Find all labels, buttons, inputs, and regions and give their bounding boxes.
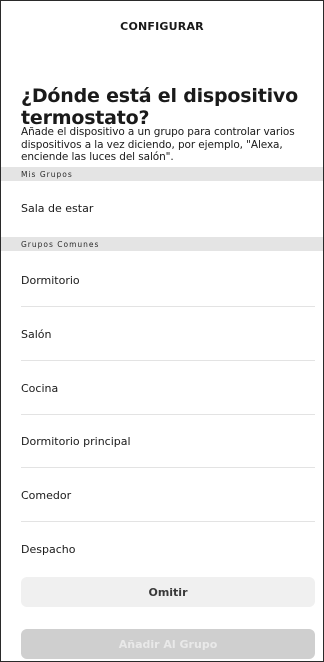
group-description: Añade el dispositivo a un grupo para con… [21,126,295,163]
section-header-common-groups: Grupos Comunes [1,237,323,251]
add-to-group-button[interactable]: Añadir Al Grupo [21,629,315,659]
group-item-dormitorio-principal[interactable]: Dormitorio principal [21,415,315,468]
group-item-label: Sala de estar [21,201,94,215]
page-title: CONFIGURAR [120,19,204,33]
section-label-my-groups: Mis Grupos [21,169,73,179]
group-item-label: Salón [21,327,52,341]
group-item-label: Cocina [21,381,59,395]
section-header-my-groups: Mis Grupos [1,167,323,181]
group-item-salon[interactable]: Salón [21,308,315,361]
group-item-cocina[interactable]: Cocina [21,362,315,415]
section-label-common-groups: Grupos Comunes [21,239,100,249]
skip-button[interactable]: Omitir [21,577,315,607]
group-item-label: Comedor [21,488,72,502]
group-item-comedor[interactable]: Comedor [21,469,315,522]
group-item-label: Dormitorio [21,273,80,287]
group-item-label: Despacho [21,542,76,556]
group-item-despacho[interactable]: Despacho [21,523,315,575]
group-item-dormitorio[interactable]: Dormitorio [21,254,315,307]
group-item-sala-de-estar[interactable]: Sala de estar [21,182,315,234]
header-bar: CONFIGURAR [1,1,323,51]
setup-screen: CONFIGURAR ¿Dónde está el dispositivo te… [0,0,324,662]
group-item-label: Dormitorio principal [21,434,131,448]
question-heading: ¿Dónde está el dispositivo termostato? [21,85,298,129]
